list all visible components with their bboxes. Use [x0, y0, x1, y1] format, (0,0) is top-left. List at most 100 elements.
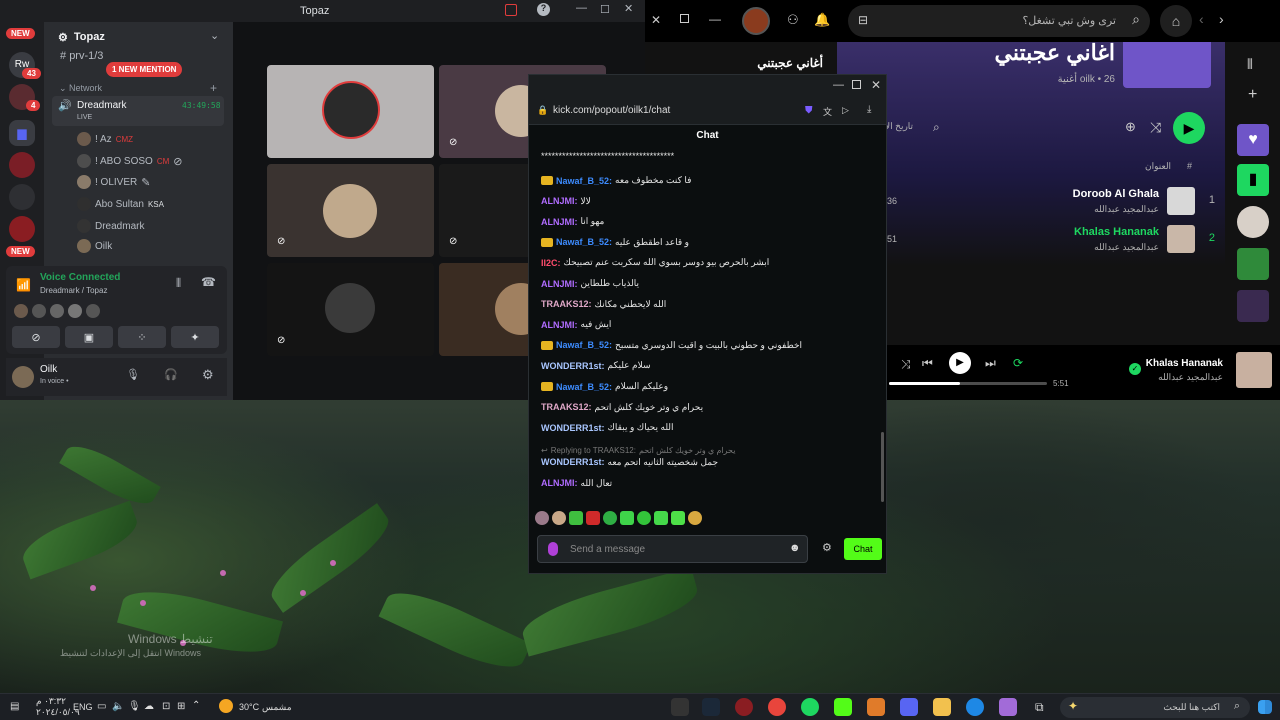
send-chat-button[interactable]: Chat	[844, 538, 882, 560]
emote[interactable]	[654, 511, 668, 525]
emoji-icon[interactable]: ☻	[789, 542, 801, 554]
repeat-icon[interactable]: ⟳	[1013, 356, 1023, 370]
chat-username[interactable]: Nawaf_B_52:	[556, 340, 612, 350]
activities-button[interactable]: ⁘	[118, 326, 166, 348]
category-network[interactable]: ⌄ Network	[59, 83, 102, 94]
mic-icon[interactable]: 🎙	[128, 701, 141, 712]
add-channel-icon[interactable]: +	[210, 81, 217, 95]
disconnect-icon[interactable]: ☎	[201, 275, 216, 289]
forward-icon[interactable]: ‹	[1199, 11, 1204, 27]
chrome-icon[interactable]	[768, 698, 786, 716]
chat-username[interactable]: ALNJMI:	[541, 196, 578, 206]
library-item-title[interactable]: أغاني عجبتني	[705, 56, 823, 70]
chat-scrollbar[interactable]	[881, 432, 884, 502]
friends-icon[interactable]: ⚇	[787, 12, 799, 28]
emote[interactable]	[637, 511, 651, 525]
tray-icon[interactable]: ⊞	[177, 701, 185, 712]
minimize-button[interactable]: —	[833, 79, 844, 91]
camera-button[interactable]: ⊘	[12, 326, 60, 348]
clock-time[interactable]: ٠٣:٣٢ م	[36, 696, 66, 707]
close-button[interactable]: ✕	[651, 13, 661, 27]
folder-icon[interactable]: ▆	[9, 120, 35, 146]
server-icon[interactable]	[9, 152, 35, 178]
server-icon[interactable]	[9, 216, 35, 242]
chat-username[interactable]: WONDERR1st:	[541, 457, 605, 467]
liked-songs-icon[interactable]: ♥	[1237, 124, 1269, 156]
help-icon[interactable]: ?	[537, 3, 550, 16]
now-playing-title[interactable]: Khalas Hananak	[1146, 358, 1223, 369]
address-bar[interactable]: 🔒 kick.com/popout/oilk1/chat ⛊ 文 ▷ ⤓	[529, 97, 886, 125]
video-tile[interactable]: ⊘	[267, 263, 434, 356]
message-input[interactable]: Send a message ☻	[537, 535, 808, 563]
channel-item[interactable]: # prv-1/3	[60, 50, 103, 62]
avatar[interactable]	[68, 304, 82, 318]
chevron-down-icon[interactable]: ⌄	[210, 29, 219, 42]
chat-username[interactable]: TRAAKS12:	[541, 299, 592, 309]
voice-connected-subtitle[interactable]: Dreadmark / Topaz	[40, 286, 107, 295]
new-mention-pill[interactable]: 1 NEW MENTION	[106, 62, 183, 77]
avatar[interactable]	[86, 304, 100, 318]
notification-icon[interactable]: ▤	[10, 701, 19, 712]
speaker-icon[interactable]: 🔈	[112, 701, 124, 712]
next-icon[interactable]: ⏭	[985, 356, 996, 371]
chat-username[interactable]: Nawaf_B_52:	[556, 382, 612, 392]
avatar[interactable]	[50, 304, 64, 318]
voice-user[interactable]: Abo Sultan KSA	[77, 197, 164, 211]
chat-username[interactable]: ALNJMI:	[541, 478, 578, 488]
language-indicator[interactable]: ENG	[73, 702, 93, 712]
browse-icon[interactable]: ⊟	[858, 13, 868, 27]
chat-username[interactable]: ALNJMI:	[541, 217, 578, 227]
chat-username[interactable]: Nawaf_B_52:	[556, 237, 612, 247]
video-tile[interactable]: ⊘	[267, 164, 434, 257]
voice-user[interactable]: ! Az CMZ	[77, 132, 133, 146]
shield-icon[interactable]: ⛊	[805, 105, 813, 116]
steam-icon[interactable]	[702, 698, 720, 716]
artist-avatar[interactable]	[1237, 206, 1269, 238]
library-icon[interactable]: ⫴	[1247, 56, 1253, 73]
voice-user[interactable]: ! ABO SOSO CM ⊘	[77, 154, 182, 168]
bell-icon[interactable]: 🔔	[814, 12, 830, 28]
screenshare-button[interactable]: ▣	[65, 326, 113, 348]
avatar[interactable]	[32, 304, 46, 318]
saved-check-icon[interactable]: ✓	[1129, 363, 1141, 375]
playlist-thumb[interactable]	[1237, 290, 1269, 322]
maximize-button[interactable]: ☐	[600, 3, 610, 16]
mic-icon[interactable]: 🎙	[126, 368, 140, 381]
maximize-button[interactable]	[852, 80, 861, 89]
server-icon[interactable]	[9, 184, 35, 210]
voice-user[interactable]: ! OLIVER ✎	[77, 175, 150, 189]
headphones-icon[interactable]: 🎧	[164, 368, 178, 381]
chevron-up-icon[interactable]: ⌃	[192, 700, 200, 711]
chat-username[interactable]: Nawaf_B_52:	[556, 176, 612, 186]
chat-username[interactable]: ALNJMI:	[541, 320, 578, 330]
cloud-icon[interactable]: ☁	[144, 701, 154, 712]
mic-icon[interactable]	[548, 542, 558, 556]
close-button[interactable]: ✕	[624, 2, 633, 15]
chat-username[interactable]: TRAAKS12:	[541, 402, 592, 412]
server-header[interactable]: ⚙ Topaz	[58, 31, 105, 44]
profile-avatar[interactable]	[742, 7, 770, 35]
edge-icon[interactable]	[966, 698, 984, 716]
emote[interactable]	[535, 511, 549, 525]
task-view-icon[interactable]: ⧉	[1035, 700, 1044, 715]
noise-suppression-icon[interactable]: ⫴	[176, 276, 181, 291]
emote[interactable]	[586, 511, 600, 525]
search-icon[interactable]: ⌕	[933, 120, 940, 135]
chat-username[interactable]: II2C:	[541, 258, 561, 268]
inbox-icon[interactable]	[505, 4, 517, 16]
user-avatar[interactable]	[12, 366, 34, 388]
chat-username[interactable]: WONDERR1st:	[541, 423, 605, 433]
app-icon[interactable]	[867, 698, 885, 716]
add-icon[interactable]: +	[1248, 86, 1257, 104]
weather-temp[interactable]: 30°C	[239, 702, 259, 712]
home-icon[interactable]: ⌂	[1160, 5, 1192, 37]
discord-icon[interactable]	[900, 698, 918, 716]
battery-icon[interactable]: ▭	[97, 701, 106, 712]
chat-username[interactable]: ALNJMI:	[541, 279, 578, 289]
spotify-icon[interactable]	[801, 698, 819, 716]
avatar[interactable]	[14, 304, 28, 318]
previous-icon[interactable]: ⏮	[922, 356, 933, 371]
track-row[interactable]: 2 Khalas Hananak عبدالمجيد عبدالله 51	[887, 222, 1217, 256]
weather-label[interactable]: مشمس	[262, 702, 292, 713]
send-icon[interactable]: ▷	[842, 105, 849, 116]
